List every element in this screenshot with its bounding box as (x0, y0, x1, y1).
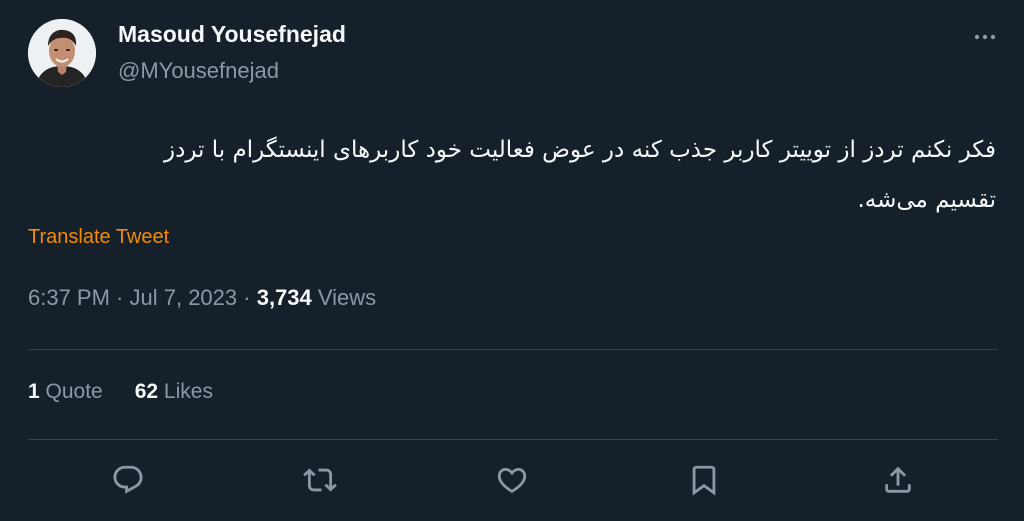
tweet-text: فکر نکنم تردز از توییتر کاربر جذب کنه در… (16, 125, 996, 225)
likes-label: Likes (158, 380, 213, 403)
avatar-photo-icon (28, 19, 96, 87)
tweet-text-line: فکر نکنم تردز از توییتر کاربر جذب کنه در… (163, 137, 996, 163)
bookmark-icon (692, 465, 716, 496)
quotes-label: Quote (39, 380, 103, 403)
tweet-date[interactable]: Jul 7, 2023 (130, 285, 238, 310)
views-count: 3,734 (256, 285, 312, 310)
quotes-stat[interactable]: 1 Quote (28, 380, 103, 404)
meta-separator: · (237, 285, 257, 310)
engagement-stats: 1 Quote 62 Likes (28, 380, 213, 404)
author-display-name[interactable]: Masoud Yousefnejad (118, 21, 346, 48)
tweet-detail: Masoud Yousefnejad @MYousefnejad فکر نکن… (0, 0, 1024, 521)
author-handle[interactable]: @MYousefnejad (118, 58, 279, 84)
like-button[interactable] (490, 458, 534, 502)
divider (28, 349, 998, 350)
tweet-text-line: تقسیم می‌شه. (857, 187, 996, 213)
heart-icon (497, 467, 527, 493)
more-horizontal-icon (974, 34, 996, 40)
avatar[interactable] (28, 19, 96, 87)
more-options-button[interactable] (968, 22, 1002, 52)
share-icon (885, 466, 911, 493)
views-label: Views (311, 285, 377, 310)
tweet-time[interactable]: 6:37 PM (28, 285, 110, 310)
meta-separator: · (109, 285, 130, 310)
retweet-icon (303, 468, 337, 492)
likes-stat[interactable]: 62 Likes (135, 380, 213, 404)
reply-button[interactable] (106, 458, 150, 502)
translate-tweet-link[interactable]: Translate Tweet (28, 226, 169, 249)
bookmark-button[interactable] (682, 458, 726, 502)
quotes-count: 1 (28, 380, 40, 403)
reply-icon (113, 465, 143, 494)
divider (28, 439, 998, 440)
retweet-button[interactable] (298, 458, 342, 502)
share-button[interactable] (876, 458, 920, 502)
tweet-actions-bar (0, 458, 1024, 504)
tweet-metadata: 6:37 PM · Jul 7, 2023 · 3,734 Views (28, 285, 376, 311)
likes-count: 62 (134, 380, 159, 403)
